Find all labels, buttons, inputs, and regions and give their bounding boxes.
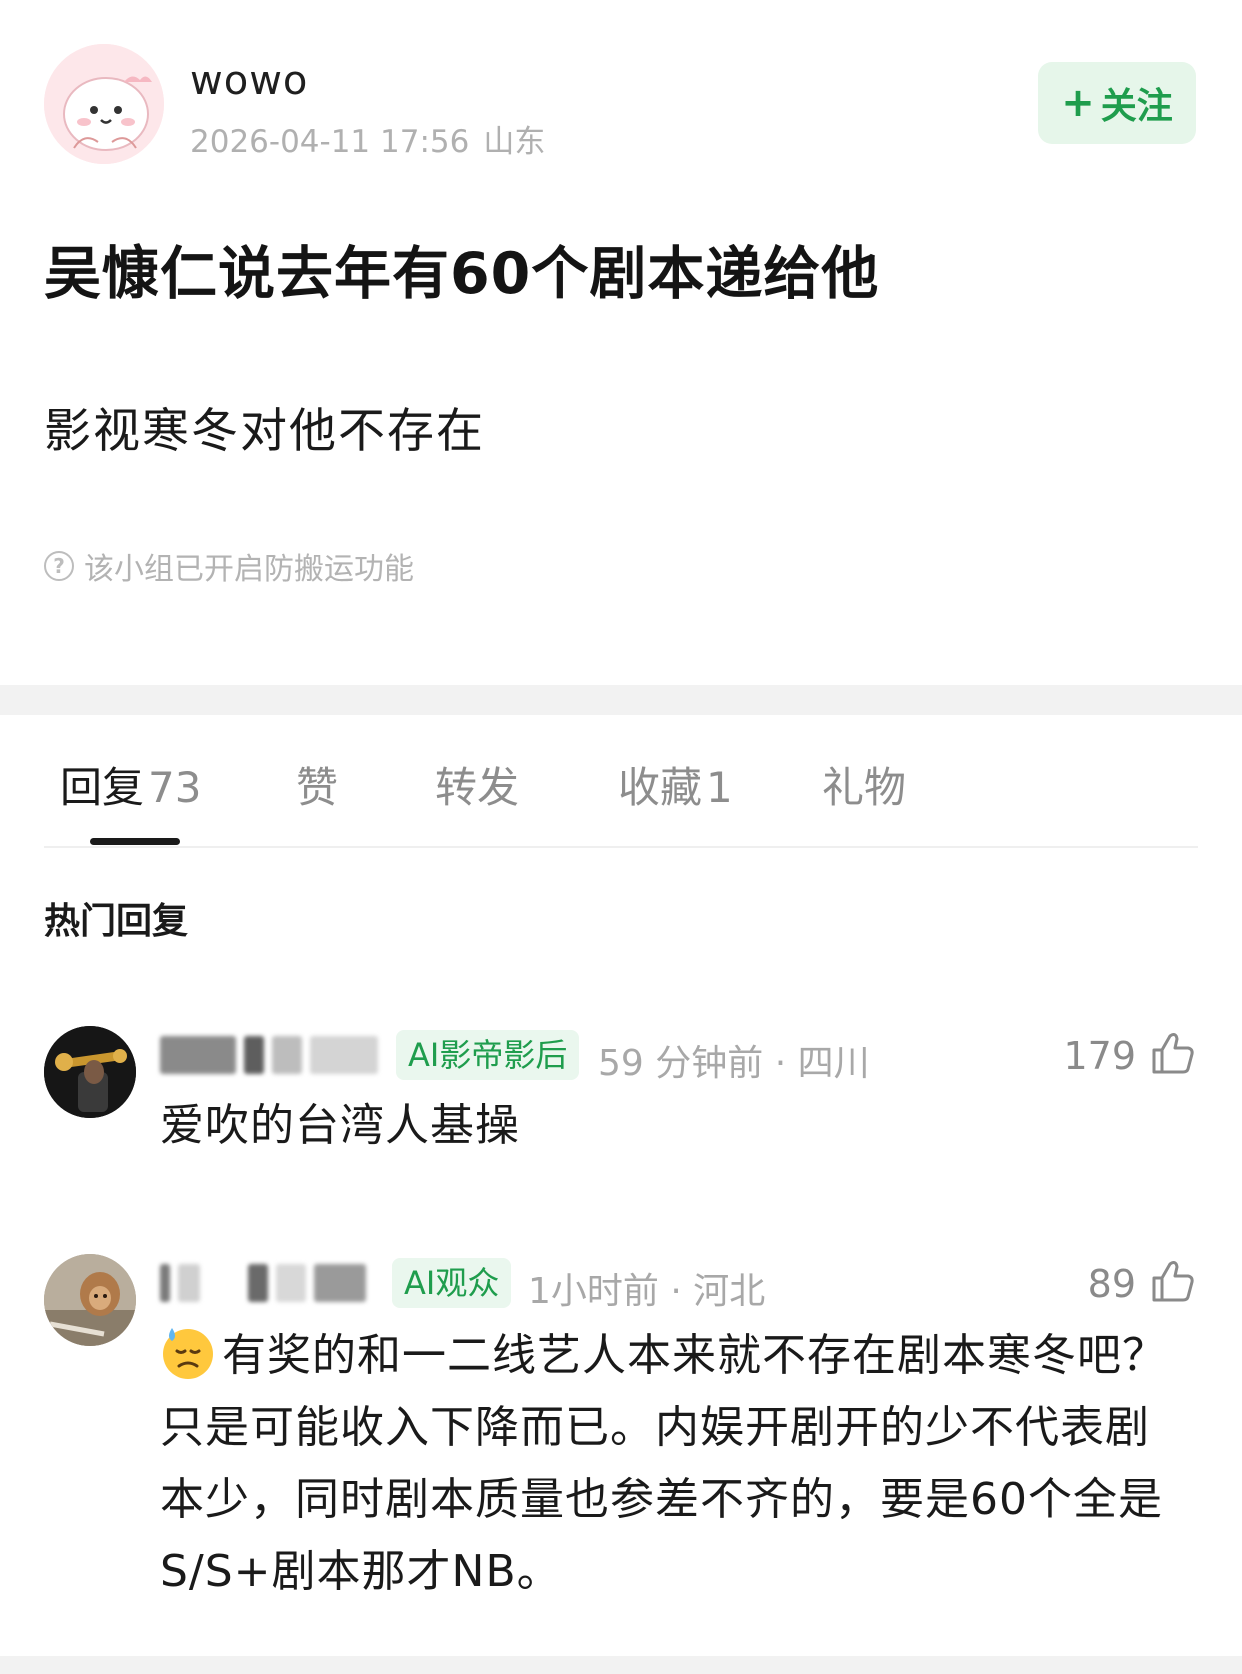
user-badge: AI影帝影后 [396,1030,580,1080]
tab-label: 收藏 [618,763,703,812]
active-tab-indicator [90,838,180,845]
follow-label: 关注 [1100,86,1173,127]
post-meta: 2026-04-11 17:56 山东 [190,116,545,161]
commenter-name-redacted[interactable] [160,1032,378,1078]
author-avatar[interactable] [44,44,164,164]
downcast-sweat-emoji-icon [163,1328,213,1379]
like-count: 179 [1063,1034,1136,1078]
comment-meta: 1小时前 · 河北 [528,1271,766,1312]
question-circle-icon: ? [44,551,74,581]
monkey-photo-icon [44,1254,136,1346]
section-divider [0,685,1242,715]
tab-gifts[interactable]: 礼物 [822,754,906,815]
tab-label: 礼物 [822,763,907,812]
tab-count: 1 [706,763,733,812]
comment-text: 有奖的和一二线艺人本来就不存在剧本寒冬吧？只是可能收入下降而已。内娱开剧开的少不… [160,1320,1170,1608]
tab-label: 回复 [60,763,145,812]
hot-replies-header: 热门回复 [44,901,189,942]
tab-favorites[interactable]: 收藏1 [618,754,733,815]
commenter-avatar[interactable] [44,1026,136,1118]
like-count: 89 [1087,1262,1136,1306]
bottom-divider [0,1656,1242,1674]
tab-label: 转发 [435,763,520,812]
commenter-avatar[interactable] [44,1254,136,1346]
anti-repost-notice[interactable]: ? 该小组已开启防搬运功能 [44,544,414,588]
commenter-name-redacted[interactable] [160,1260,366,1306]
plus-icon: + [1061,80,1095,126]
notice-text: 该小组已开启防搬运功能 [84,552,414,587]
comment-meta: 59 分钟前 · 四川 [598,1043,870,1084]
post-location: 山东 [483,124,546,160]
tab-label: 赞 [296,763,339,812]
post-title: 吴慷仁说去年有60个剧本递给他 [44,241,880,307]
trophy-photo-icon [44,1026,136,1118]
author-name[interactable]: wowo [190,58,308,104]
tab-bar: 回复73 赞 转发 收藏1 礼物 [0,754,1242,824]
tab-likes[interactable]: 赞 [296,754,338,815]
thumbs-up-icon[interactable] [1150,1258,1196,1304]
comment-text: 爱吹的台湾人基操 [160,1100,520,1151]
tab-count: 73 [148,763,202,812]
tab-replies[interactable]: 回复73 [60,754,201,815]
comment-body: 有奖的和一二线艺人本来就不存在剧本寒冬吧？只是可能收入下降而已。内娱开剧开的少不… [160,1330,1167,1597]
thumbs-up-icon[interactable] [1150,1030,1196,1076]
post-date: 2026-04-11 17:56 [190,124,470,160]
post-body: 影视寒冬对他不存在 [44,404,485,459]
tab-divider [44,846,1198,848]
user-badge: AI观众 [392,1258,512,1308]
cartoon-avatar-icon [44,44,164,164]
tab-reposts[interactable]: 转发 [435,754,519,815]
follow-button[interactable]: + 关注 [1038,62,1196,144]
